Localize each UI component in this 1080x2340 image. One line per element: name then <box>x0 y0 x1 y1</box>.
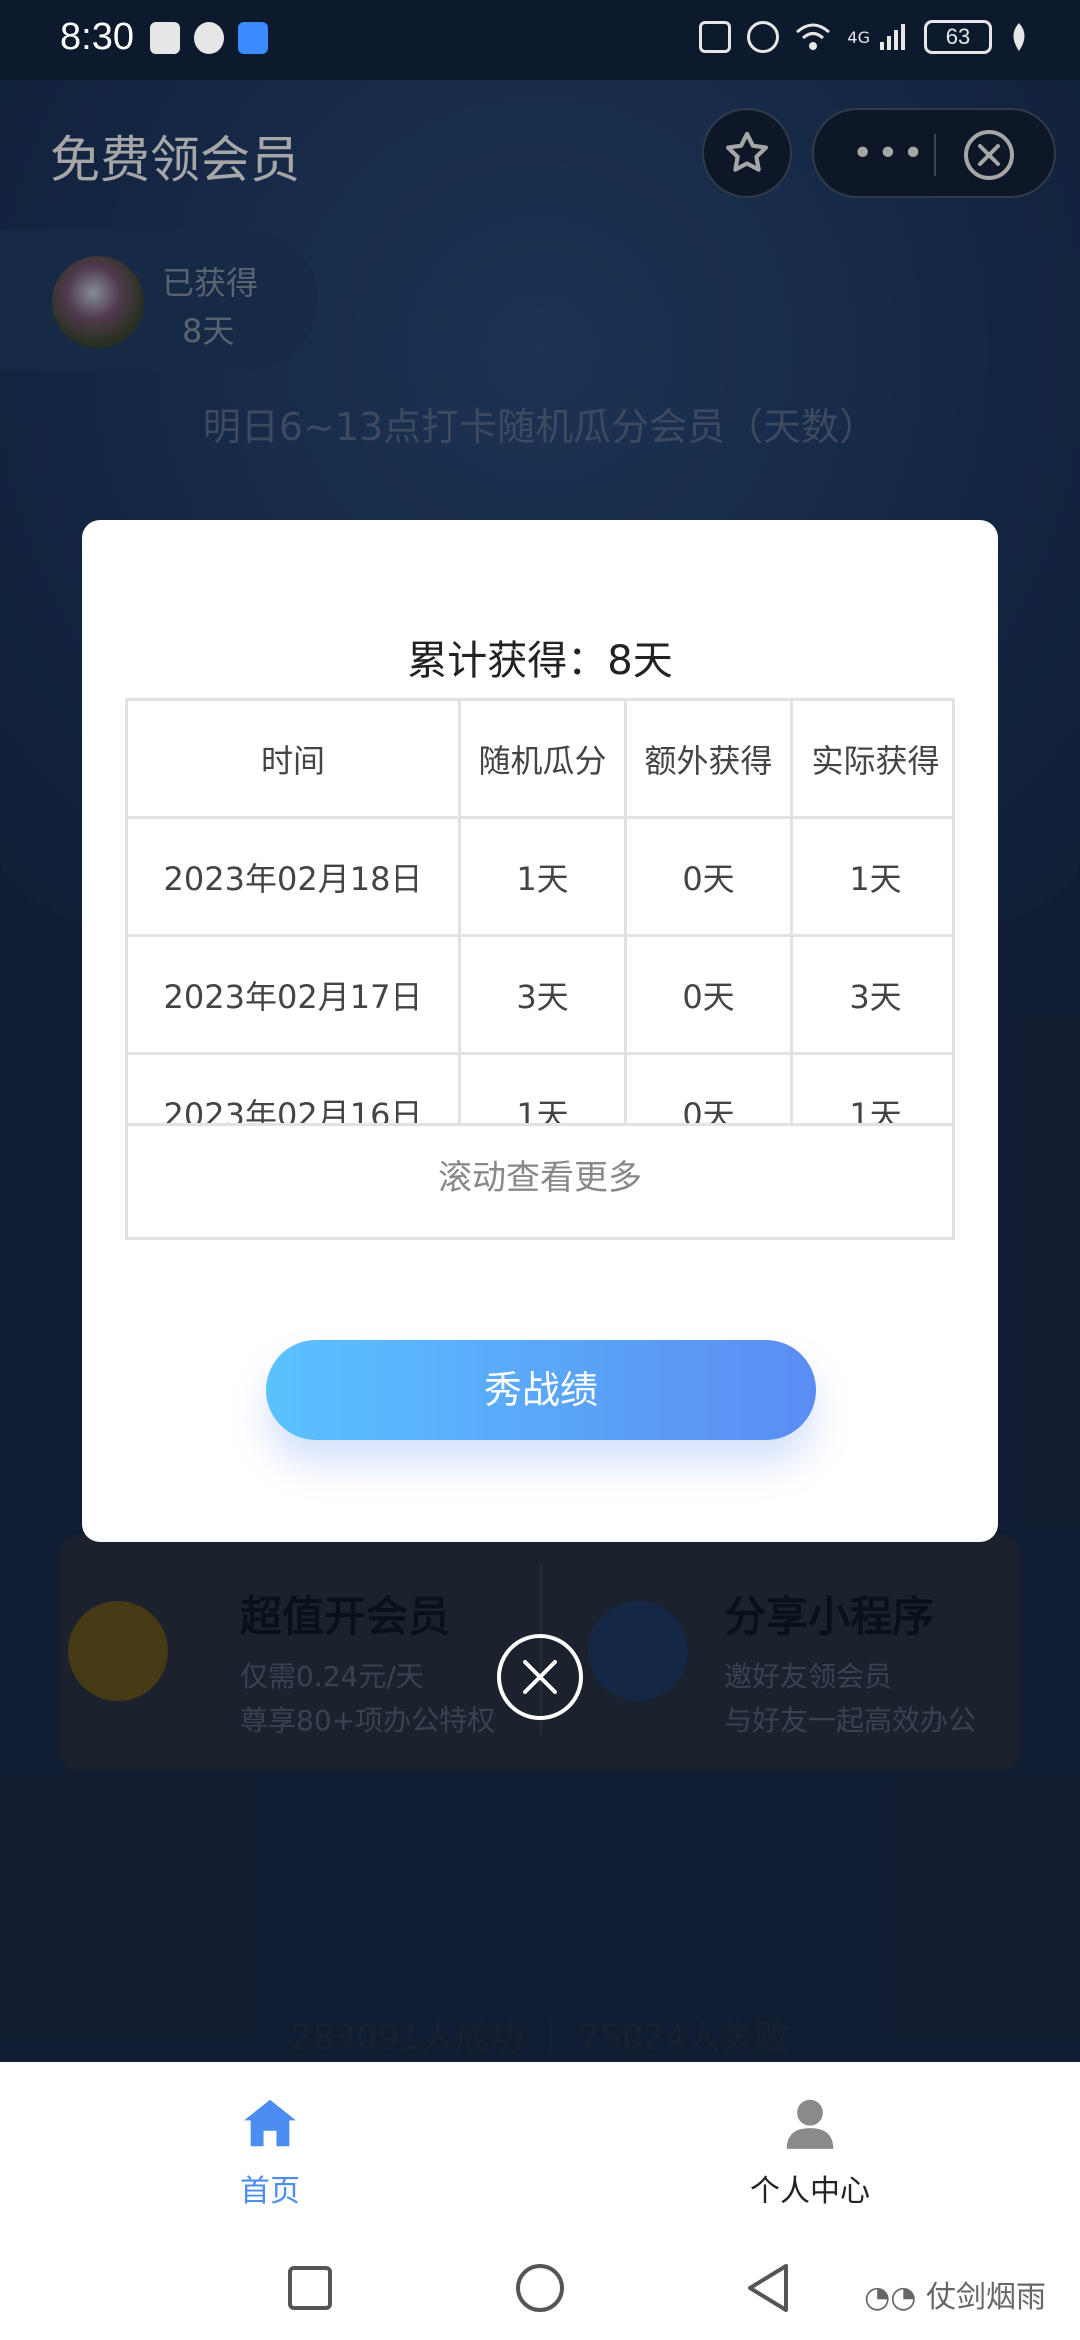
signal-icon <box>880 24 905 50</box>
wechat-icon: ◔◔ <box>864 2280 926 2315</box>
column-header: 实际获得 <box>793 701 952 819</box>
status-left-icons <box>150 22 268 54</box>
tab-home[interactable]: 首页 <box>170 2092 370 2210</box>
tab-bar: 首页 个人中心 <box>0 2062 1080 2238</box>
table-row: 2023年02月17日 3天 0天 3天 <box>128 937 952 1055</box>
battery-icon: 63 <box>924 20 992 54</box>
column-header: 时间 <box>128 701 461 819</box>
chat-bubble-icon <box>194 22 224 54</box>
column-header: 额外获得 <box>627 701 793 819</box>
table-cell: 0天 <box>627 1055 793 1123</box>
table-cell: 2023年02月16日 <box>128 1055 461 1123</box>
recents-icon[interactable] <box>286 2264 334 2312</box>
alert-icon <box>150 22 180 54</box>
status-bar: 8:30 4G 63 <box>0 0 1080 80</box>
tab-profile-label: 个人中心 <box>750 2174 870 2209</box>
modal-close-button[interactable] <box>497 1634 583 1720</box>
table-header-row: 时间 随机瓜分 额外获得 实际获得 <box>128 701 952 819</box>
user-icon <box>786 2099 834 2149</box>
table-row: 2023年02月18日 1天 0天 1天 <box>128 819 952 937</box>
network-type: 4G <box>847 27 870 47</box>
home-icon <box>244 2099 296 2147</box>
table-cell: 2023年02月18日 <box>128 819 461 937</box>
scroll-more-hint: 滚动查看更多 <box>438 1158 642 1198</box>
table-cell: 1天 <box>461 1055 627 1123</box>
table-cell: 0天 <box>627 937 793 1055</box>
table-cell: 1天 <box>793 819 952 937</box>
system-nav-bar: ◔◔ 仗剑烟雨 <box>0 2238 1080 2340</box>
table-cell: 1天 <box>461 819 627 937</box>
status-right-icons: 4G 63 <box>699 20 1030 54</box>
table-cell: 3天 <box>461 937 627 1055</box>
column-header: 随机瓜分 <box>461 701 627 819</box>
scroll-more-box: 滚动查看更多 <box>125 1122 955 1240</box>
close-icon <box>523 1660 557 1694</box>
watermark: ◔◔ 仗剑烟雨 <box>864 2272 1046 2316</box>
watermark-text: 仗剑烟雨 <box>926 2280 1046 2315</box>
status-time: 8:30 <box>60 16 134 58</box>
show-achievement-button[interactable]: 秀战绩 <box>266 1340 816 1440</box>
leaf-icon <box>1013 23 1025 51</box>
back-icon[interactable] <box>744 2262 792 2314</box>
table-cell: 3天 <box>793 937 952 1055</box>
table-cell: 0天 <box>627 819 793 937</box>
table-row: 2023年02月16日 1天 0天 1天 <box>128 1055 952 1124</box>
earnings-table[interactable]: 时间 随机瓜分 额外获得 实际获得 2023年02月18日 1天 0天 1天 2… <box>125 698 955 1126</box>
tab-home-label: 首页 <box>240 2174 300 2209</box>
nfc-icon <box>699 21 732 53</box>
tab-profile[interactable]: 个人中心 <box>710 2092 910 2210</box>
table-cell: 1天 <box>793 1055 952 1124</box>
cloud-icon <box>238 22 268 54</box>
wifi-icon <box>796 23 831 50</box>
modal-title: 累计获得：8天 <box>407 638 673 684</box>
earnings-modal: 累计获得：8天 时间 随机瓜分 额外获得 实际获得 2023年02月18日 1天… <box>82 520 998 1542</box>
home-circle-icon[interactable] <box>514 2262 566 2314</box>
table-cell: 2023年02月17日 <box>128 937 461 1055</box>
alarm-icon <box>747 21 780 53</box>
